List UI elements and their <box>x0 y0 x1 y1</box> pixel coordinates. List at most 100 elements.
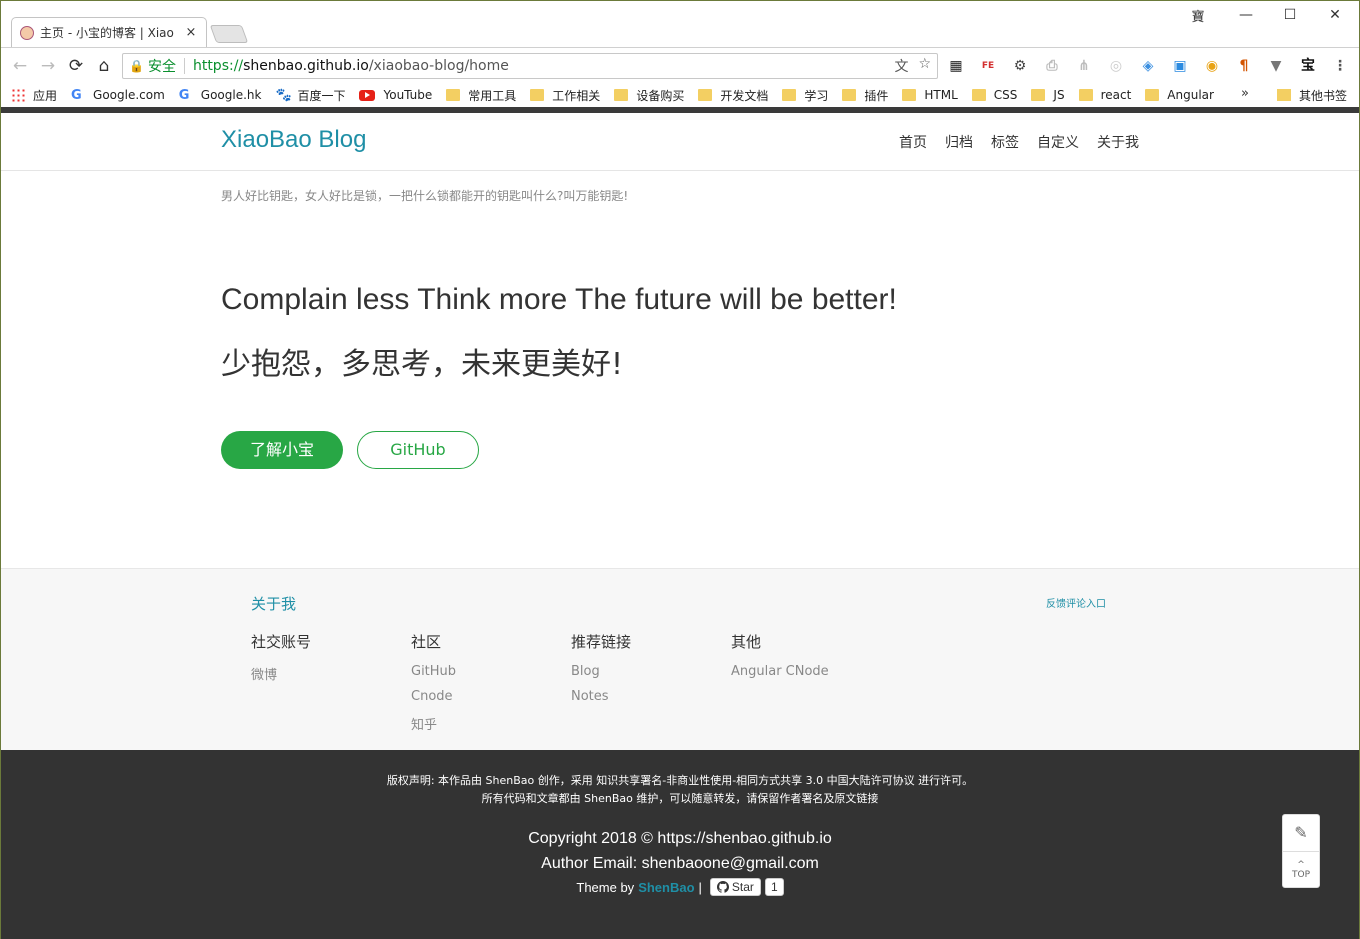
home-button[interactable]: ⌂ <box>93 55 115 77</box>
bookmark-label: 百度一下 <box>297 88 346 103</box>
bookmark-label: 设备购买 <box>636 88 685 103</box>
github-star-widget: Star 1 <box>709 878 784 896</box>
link-cnode[interactable]: Cnode <box>411 689 456 714</box>
about-me-link[interactable]: 关于我 <box>251 593 296 614</box>
user-profile-icon[interactable]: 寶 <box>1175 1 1221 29</box>
bookmark-common-tools[interactable]: 常用工具 <box>446 87 516 104</box>
maximize-button[interactable]: ☐ <box>1267 1 1313 29</box>
site-motto: 男人好比钥匙，女人好比是锁，一把什么锁都能开的钥匙叫什么?叫万能钥匙! <box>221 189 629 203</box>
link-github[interactable]: GitHub <box>411 664 456 689</box>
link-blog[interactable]: Blog <box>571 664 631 689</box>
about-button[interactable]: 了解小宝 <box>221 431 343 469</box>
bookmark-youtube[interactable]: YouTube <box>359 88 432 102</box>
other-bookmarks[interactable]: 其他书签 <box>1276 83 1347 107</box>
bookmark-label: 开发文档 <box>720 88 769 103</box>
star-count[interactable]: 1 <box>764 878 784 896</box>
tab-active[interactable]: 主页 - 小宝的博客 | Xiao × <box>11 17 207 47</box>
hero-title-en: Complain less Think more The future will… <box>221 283 897 316</box>
back-button[interactable]: ← <box>9 55 31 77</box>
compass-icon[interactable]: ◈ <box>1139 57 1157 75</box>
bookmark-css[interactable]: CSS <box>971 88 1018 102</box>
close-window-button[interactable]: ✕ <box>1312 1 1358 29</box>
nav-home[interactable]: 首页 <box>899 132 927 152</box>
chrome-ring-icon[interactable]: ◉ <box>1203 57 1221 75</box>
theme-author-link[interactable]: ShenBao <box>638 880 694 895</box>
feedback-link[interactable]: 反馈评论入口 <box>1046 595 1106 610</box>
folder-icon <box>971 89 986 101</box>
bookmark-label: 常用工具 <box>468 88 517 103</box>
nav-archive[interactable]: 归档 <box>945 132 973 152</box>
url-host: shenbao.github.io <box>243 58 369 74</box>
bookmark-html[interactable]: HTML <box>902 88 958 102</box>
github-star-button[interactable]: Star <box>709 878 761 896</box>
column-title: 推荐链接 <box>571 633 632 651</box>
qr-code-icon[interactable]: ▦ <box>947 57 965 75</box>
minimize-button[interactable]: — <box>1223 1 1269 29</box>
url-scheme: https:// <box>192 58 244 74</box>
bookmark-label: Google.com <box>93 88 165 102</box>
floating-tools: ✎ ^ TOP <box>1282 814 1320 888</box>
new-tab-button[interactable] <box>209 25 249 43</box>
bookmark-apps[interactable]: 应用 <box>11 87 57 104</box>
back-to-top-button[interactable]: ^ TOP <box>1283 852 1319 888</box>
tab-title: 主页 - 小宝的博客 | Xiao <box>40 26 174 40</box>
baidu-paw-icon: 🐾 <box>275 87 292 103</box>
vue-icon[interactable]: ▼ <box>1267 57 1285 75</box>
tools-icon[interactable]: ⚙ <box>1011 57 1029 75</box>
link-weibo[interactable]: 微博 <box>251 664 311 689</box>
edit-icon[interactable]: ✎ <box>1283 815 1319 852</box>
menu-icon[interactable]: ⋮ <box>1331 57 1349 75</box>
bookmark-dev-docs[interactable]: 开发文档 <box>698 87 768 104</box>
bookmark-google-com[interactable]: G Google.com <box>71 88 165 103</box>
bookmark-baidu[interactable]: 🐾 百度一下 <box>275 87 345 104</box>
bookmark-label: Angular <box>1167 88 1214 102</box>
nav-tags[interactable]: 标签 <box>991 132 1019 152</box>
reload-button[interactable]: ⟳ <box>65 55 87 77</box>
pdf-icon[interactable]: ⎙ <box>1043 57 1061 75</box>
translate-icon[interactable]: 文 <box>894 56 908 76</box>
bookmark-label: HTML <box>924 88 958 102</box>
link-zhihu[interactable]: 知乎 <box>411 714 456 739</box>
bao-icon[interactable]: 宝 <box>1299 57 1317 75</box>
bookmark-js[interactable]: JS <box>1031 88 1065 102</box>
address-separator <box>183 58 185 74</box>
fe-helper-icon[interactable]: FE <box>979 57 997 75</box>
bookmark-react[interactable]: react <box>1078 88 1132 102</box>
column-social: 社交账号 微博 <box>251 631 311 689</box>
folder-icon <box>614 89 629 101</box>
bookmark-label: react <box>1100 88 1132 102</box>
nav-about[interactable]: 关于我 <box>1097 132 1139 152</box>
site-brand[interactable]: XiaoBao Blog <box>221 126 366 154</box>
window-ext-icon[interactable]: ▣ <box>1171 57 1189 75</box>
apps-grid-icon <box>11 88 25 102</box>
bookmark-google-hk[interactable]: G Google.hk <box>179 88 262 103</box>
tree-icon[interactable]: ⋔ <box>1075 57 1093 75</box>
title-bar: 主页 - 小宝的博客 | Xiao × 寶 — ☐ ✕ <box>1 1 1359 47</box>
bookmarks-overflow-button[interactable]: » <box>1241 83 1249 107</box>
folder-icon <box>842 89 857 101</box>
bookmark-star-icon[interactable]: ☆ <box>918 56 931 76</box>
tab-close-icon[interactable]: × <box>184 25 198 40</box>
link-notes[interactable]: Notes <box>571 689 631 714</box>
browser-window: 主页 - 小宝的博客 | Xiao × 寶 — ☐ ✕ ← → ⟳ ⌂ 🔒 安全… <box>0 0 1360 939</box>
link-angular-cnode[interactable]: Angular CNode <box>731 664 829 689</box>
address-bar[interactable]: 🔒 安全 https://shenbao.github.io/xiaobao-b… <box>122 53 938 79</box>
bookmark-angular[interactable]: Angular <box>1145 88 1214 102</box>
bookmark-label: YouTube <box>383 88 433 102</box>
nav-custom[interactable]: 自定义 <box>1037 132 1079 152</box>
tab-favicon-icon <box>20 25 34 40</box>
bookmark-plugins[interactable]: 插件 <box>842 87 888 104</box>
github-button[interactable]: GitHub <box>357 431 479 469</box>
folder-icon <box>530 89 545 101</box>
column-other: 其他 Angular CNode <box>731 631 829 689</box>
bookmark-work[interactable]: 工作相关 <box>530 87 600 104</box>
column-title: 社区 <box>411 633 442 651</box>
forward-button[interactable]: → <box>37 55 59 77</box>
bookmark-label: CSS <box>993 88 1018 102</box>
circle-ext-icon[interactable]: ◎ <box>1107 57 1125 75</box>
bookmark-study[interactable]: 学习 <box>782 87 828 104</box>
pilcrow-icon[interactable]: ¶ <box>1235 57 1253 75</box>
folder-icon <box>1145 89 1160 101</box>
bookmark-label: JS <box>1053 88 1065 102</box>
bookmark-devices[interactable]: 设备购买 <box>614 87 684 104</box>
